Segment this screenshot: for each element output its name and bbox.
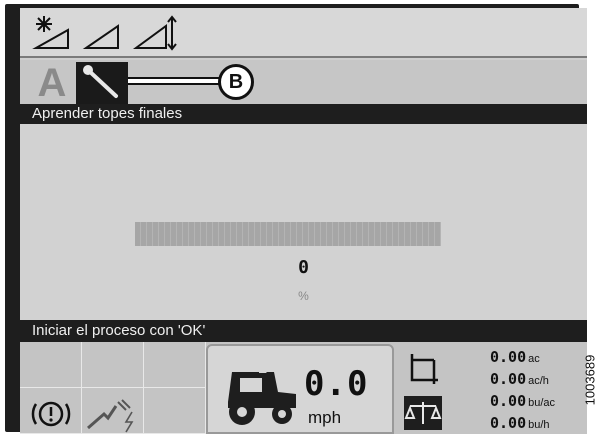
counter-row: 0.00 ac/h xyxy=(490,370,549,389)
figure-id: 1003689 xyxy=(582,354,598,406)
counter-unit: bu/h xyxy=(528,419,550,431)
counter-value: 0.00 xyxy=(490,392,527,410)
counter-value: 0.00 xyxy=(490,370,527,388)
grid-cell xyxy=(20,342,82,388)
grid-cell xyxy=(144,342,206,388)
display-screen: A B Aprender topes finales 0 % Iniciar e… xyxy=(20,8,587,434)
slope-icon[interactable] xyxy=(82,14,122,52)
counter-value: 0.00 xyxy=(490,348,527,366)
callout-leader xyxy=(128,77,220,85)
progress-unit: % xyxy=(298,289,309,303)
progress-value: 0 xyxy=(298,257,309,278)
scale-icon xyxy=(404,402,442,424)
callout-b: B xyxy=(218,64,254,100)
right-icons xyxy=(398,344,454,434)
status-message: Iniciar el proceso con 'OK' xyxy=(20,320,587,342)
counter-row: 0.00 ac xyxy=(490,348,540,367)
grid-cell xyxy=(144,388,206,434)
slope-adjust-icon[interactable] xyxy=(132,14,178,54)
progress-bar xyxy=(135,222,441,246)
speed-value: 0.0 xyxy=(304,364,369,404)
sensor-cell[interactable] xyxy=(82,388,144,434)
counter-unit: ac xyxy=(528,353,540,365)
area-icon[interactable] xyxy=(404,350,444,390)
top-icon-row xyxy=(20,8,587,58)
grid-cell xyxy=(82,342,144,388)
counter-unit: bu/ac xyxy=(528,397,556,409)
counters-panel: 0.00 ac 0.00 ac/h 0.00 bu/ac 0.00 bu/h xyxy=(490,344,587,434)
scale-button[interactable] xyxy=(404,396,442,430)
bottom-bar: 1 0.0 mph 0.00 ac 0.00 ac/h 0.00 bu/ac 0… xyxy=(20,342,587,434)
warning-cell[interactable] xyxy=(20,388,82,434)
counter-row: 0.00 bu/ac xyxy=(490,392,555,411)
tab-tool[interactable] xyxy=(76,62,128,104)
warning-icon xyxy=(31,401,71,427)
tab-strip: A B xyxy=(20,60,587,104)
speed-box[interactable]: 1 0.0 mph xyxy=(206,344,394,434)
screwdriver-icon xyxy=(83,65,118,98)
sun-slope-icon[interactable] xyxy=(32,14,72,52)
gear-indicator: 1 xyxy=(258,360,267,377)
counter-unit: ac/h xyxy=(528,375,549,387)
speed-unit: mph xyxy=(308,408,342,427)
page-title: Aprender topes finales xyxy=(20,104,587,124)
tab-auto[interactable]: A xyxy=(32,63,72,103)
counter-row: 0.00 bu/h xyxy=(490,414,550,433)
sensor-signal-icon xyxy=(87,399,134,433)
calibration-panel: 0 % xyxy=(20,124,587,320)
counter-value: 0.00 xyxy=(490,414,527,432)
